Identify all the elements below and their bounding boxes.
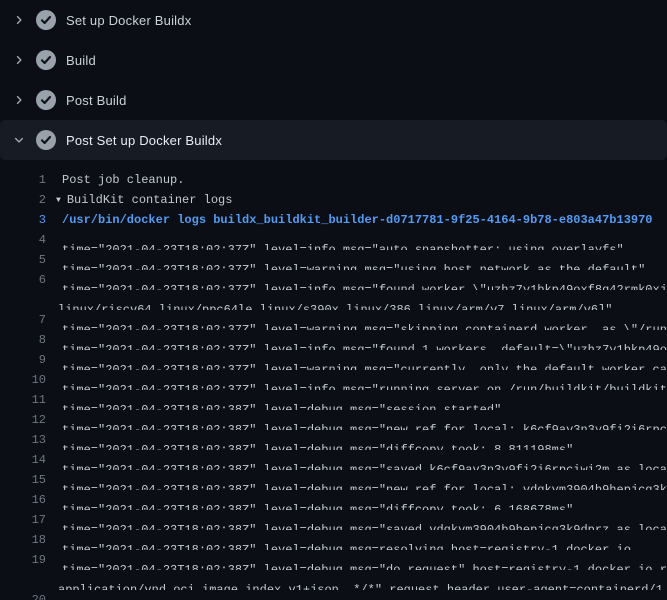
line-number[interactable]: 6: [0, 270, 46, 290]
log-line: 7time="2021-04-23T18:02:37Z" level=warni…: [0, 310, 667, 330]
line-number[interactable]: 5: [0, 250, 46, 270]
log-text: time="2021-04-23T18:02:37Z" level=info m…: [46, 230, 667, 250]
step-title: Post Build: [66, 93, 127, 108]
line-number[interactable]: 4: [0, 230, 46, 250]
line-number: [0, 290, 46, 310]
log-text: Post job cleanup.: [46, 170, 667, 190]
log-text: time="2021-04-23T18:02:38Z" level=debug …: [46, 470, 667, 490]
log-line: 2▼BuildKit container logs: [0, 190, 667, 210]
log-text[interactable]: ▼BuildKit container logs: [46, 190, 667, 210]
line-number[interactable]: 20: [0, 590, 46, 600]
line-number[interactable]: 14: [0, 450, 46, 470]
log-line: 5time="2021-04-23T18:02:37Z" level=warni…: [0, 250, 667, 270]
log-line: 3/usr/bin/docker logs buildx_buildkit_bu…: [0, 210, 667, 230]
log-line: 18time="2021-04-23T18:02:38Z" level=debu…: [0, 530, 667, 550]
log-text: time="2021-04-23T18:02:38Z" level=debug …: [46, 390, 667, 410]
log-area: 1Post job cleanup.2▼BuildKit container l…: [0, 160, 667, 600]
check-circle-icon: [36, 10, 56, 30]
triangle-down-icon: ▼: [56, 191, 61, 210]
log-text: time="2021-04-23T18:02:38Z" level=debug …: [46, 490, 667, 510]
log-line: 13time="2021-04-23T18:02:38Z" level=debu…: [0, 430, 667, 450]
line-number[interactable]: 18: [0, 530, 46, 550]
chevron-down-icon: [12, 134, 26, 146]
log-text: time="2021-04-23T18:02:38Z" level=debug …: [46, 430, 667, 450]
log-text: time="2021-04-23T18:02:38Z" level=debug …: [46, 410, 667, 430]
log-text: time="2021-04-23T18:02:38Z" level=debug …: [46, 590, 667, 600]
line-number[interactable]: 3: [0, 210, 46, 230]
line-number[interactable]: 9: [0, 350, 46, 370]
log-text: application/vnd.oci.image.index.v1+json,…: [46, 570, 667, 590]
log-text: time="2021-04-23T18:02:37Z" level=info m…: [46, 270, 667, 290]
log-line: 17time="2021-04-23T18:02:38Z" level=debu…: [0, 510, 667, 530]
log-line-continuation: application/vnd.oci.image.index.v1+json,…: [0, 570, 667, 590]
chevron-right-icon: [12, 54, 26, 66]
line-number[interactable]: 1: [0, 170, 46, 190]
line-number[interactable]: 15: [0, 470, 46, 490]
log-text: time="2021-04-23T18:02:37Z" level=warnin…: [46, 350, 667, 370]
step-row-post-build[interactable]: Post Build: [0, 80, 667, 120]
line-number[interactable]: 10: [0, 370, 46, 390]
log-text: time="2021-04-23T18:02:38Z" level=debug …: [46, 510, 667, 530]
step-list: Set up Docker Buildx Build Post Build: [0, 0, 667, 160]
step-row-build[interactable]: Build: [0, 40, 667, 80]
log-line: 14time="2021-04-23T18:02:38Z" level=debu…: [0, 450, 667, 470]
log-text: time="2021-04-23T18:02:37Z" level=info m…: [46, 370, 667, 390]
line-number: [0, 570, 46, 590]
line-number[interactable]: 13: [0, 430, 46, 450]
chevron-right-icon: [12, 94, 26, 106]
check-circle-icon: [36, 50, 56, 70]
log-text: time="2021-04-23T18:02:37Z" level=info m…: [46, 330, 667, 350]
check-circle-icon: [36, 90, 56, 110]
log-text: time="2021-04-23T18:02:37Z" level=warnin…: [46, 310, 667, 330]
log-text: time="2021-04-23T18:02:38Z" level=debug …: [46, 550, 667, 570]
log-line: 10time="2021-04-23T18:02:37Z" level=info…: [0, 370, 667, 390]
log-line: 11time="2021-04-23T18:02:38Z" level=debu…: [0, 390, 667, 410]
log-line: 9time="2021-04-23T18:02:37Z" level=warni…: [0, 350, 667, 370]
line-number[interactable]: 7: [0, 310, 46, 330]
log-text: linux/riscv64 linux/ppc64le linux/s390x …: [46, 290, 667, 310]
step-title: Post Set up Docker Buildx: [66, 133, 222, 148]
actions-log-viewer: Set up Docker Buildx Build Post Build: [0, 0, 667, 600]
log-line: 8time="2021-04-23T18:02:37Z" level=info …: [0, 330, 667, 350]
step-title: Set up Docker Buildx: [66, 13, 191, 28]
check-circle-icon: [36, 130, 56, 150]
log-text: time="2021-04-23T18:02:37Z" level=warnin…: [46, 250, 667, 270]
log-line: 19time="2021-04-23T18:02:38Z" level=debu…: [0, 550, 667, 570]
chevron-right-icon: [12, 14, 26, 26]
log-line: 12time="2021-04-23T18:02:38Z" level=debu…: [0, 410, 667, 430]
step-row-set-up-docker-buildx[interactable]: Set up Docker Buildx: [0, 0, 667, 40]
log-line: 15time="2021-04-23T18:02:38Z" level=debu…: [0, 470, 667, 490]
log-line: 1Post job cleanup.: [0, 170, 667, 190]
line-number[interactable]: 17: [0, 510, 46, 530]
line-number[interactable]: 11: [0, 390, 46, 410]
log-command-text: /usr/bin/docker logs buildx_buildkit_bui…: [46, 210, 667, 230]
log-line: 6time="2021-04-23T18:02:37Z" level=info …: [0, 270, 667, 290]
line-number[interactable]: 8: [0, 330, 46, 350]
line-number[interactable]: 16: [0, 490, 46, 510]
line-number[interactable]: 19: [0, 550, 46, 570]
log-line-continuation: linux/riscv64 linux/ppc64le linux/s390x …: [0, 290, 667, 310]
log-line: 20time="2021-04-23T18:02:38Z" level=debu…: [0, 590, 667, 600]
log-text: time="2021-04-23T18:02:38Z" level=debug …: [46, 530, 667, 550]
log-line: 16time="2021-04-23T18:02:38Z" level=debu…: [0, 490, 667, 510]
log-line: 4time="2021-04-23T18:02:37Z" level=info …: [0, 230, 667, 250]
line-number[interactable]: 2: [0, 190, 46, 210]
step-row-post-set-up-docker-buildx[interactable]: Post Set up Docker Buildx: [0, 120, 667, 160]
line-number[interactable]: 12: [0, 410, 46, 430]
step-title: Build: [66, 53, 96, 68]
log-text: time="2021-04-23T18:02:38Z" level=debug …: [46, 450, 667, 470]
